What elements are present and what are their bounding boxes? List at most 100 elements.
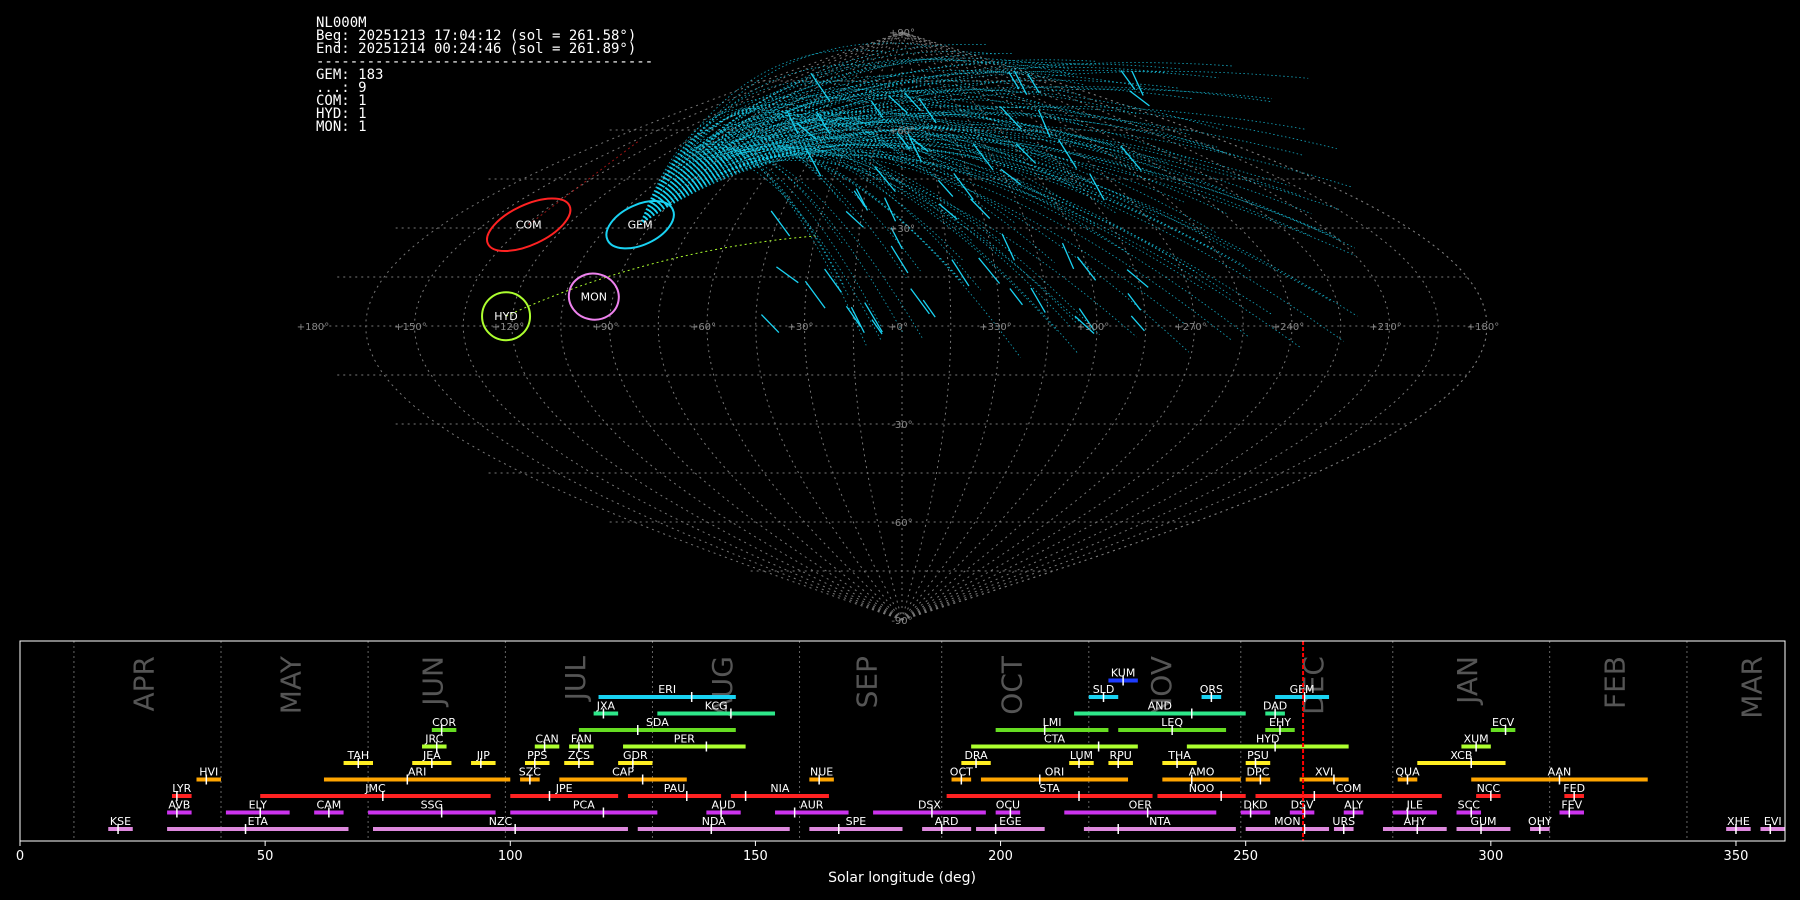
shower-label-fev: FEV [1561,799,1582,812]
shower-label-fan: FAN [571,733,592,746]
shower-label-szc: SZC [519,766,542,779]
radiant-label-com: COM [516,219,542,232]
gem-meteor-trail [639,105,1190,226]
shower-label-xhe: XHE [1727,815,1750,828]
shower-label-gdr: GDR [623,749,648,762]
x-tick-label: 200 [988,849,1013,864]
longitude-tick-label: +210° [1369,322,1401,333]
longitude-tick-label: +60° [690,322,716,333]
shower-label-ahy: AHY [1404,815,1427,828]
gem-meteor-trail [639,152,1233,341]
shower-label-ard: ARD [935,815,959,828]
month-label-jul: JUL [559,656,592,703]
gem-meteor-segment [804,280,826,309]
gem-meteor-segment [1030,287,1046,313]
gem-meteor-trail [639,143,1356,256]
gem-meteor-trail [639,151,1205,291]
month-label-feb: FEB [1598,656,1631,709]
shower-label-lyr: LYR [172,782,191,795]
sky-map: COM GEMMONHYD +180° +150° +120° +90° +60° +30°… [297,28,1499,627]
shower-label-ege: EGE [999,815,1021,828]
longitude-tick-label: +90° [592,322,618,333]
shower-label-cta: CTA [1044,733,1066,746]
gem-meteor-segment [883,197,897,222]
shower-label-eri: ERI [658,683,676,696]
shower-label-jip: JIP [476,749,490,762]
shower-label-aan: AAN [1548,766,1572,779]
shower-label-xvi: XVI [1315,766,1333,779]
shower-label-xum: XUM [1464,733,1489,746]
shower-label-mon: MON [1274,815,1300,828]
longitude-tick-label: +240° [1272,322,1304,333]
radiant-label-gem: GEM [628,219,653,232]
shower-label-nue: NUE [810,766,833,779]
longitude-tick-label: +300° [1077,322,1109,333]
shower-label-dkd: DKD [1243,799,1267,812]
gem-meteor-segment [1058,139,1078,169]
gem-meteor-trail [639,134,1340,226]
gem-meteor-segment [864,302,883,333]
shower-label-rpu: RPU [1110,749,1132,762]
shower-label-ocu: OCU [996,799,1020,812]
shower-label-ecv: ECV [1492,716,1515,729]
shower-label-spe: SPE [846,815,867,828]
shower-label-cor: COR [432,716,456,729]
shower-label-gum: GUM [1470,815,1496,828]
gem-meteor-trail [639,160,1137,338]
meteor-trails [505,42,1358,358]
shower-label-jrc: JRC [424,733,443,746]
gem-meteor-trail [639,114,971,225]
shower-label-noo: NOO [1189,782,1215,795]
shower-label-kum: KUM [1111,667,1135,680]
gem-meteor-segment [776,266,799,284]
shower-label-oer: OER [1129,799,1153,812]
shower-label-ssg: SSG [421,799,444,812]
shower-label-hvi: HVI [199,766,218,779]
gem-meteor-segment [970,198,991,219]
gem-meteor-segment [890,245,909,274]
month-label-jan: JAN [1451,656,1484,706]
shower-label-dpc: DPC [1247,766,1270,779]
longitude-tick-label: +30° [787,322,813,333]
shower-label-psu: PSU [1247,749,1269,762]
latitude-tick-label: -30° [891,420,912,431]
gem-meteor-trail [639,144,963,261]
shower-label-oct: OCT [950,766,973,779]
longitude-tick-label: +180° [297,322,329,333]
sky-tick-labels: +180° +150° +120° +90° +60° +30° +0° +330° +300°… [297,28,1499,627]
month-label-may: MAY [275,655,308,714]
longitude-tick-label: +120° [492,322,524,333]
shower-label-qua: QUA [1395,766,1420,779]
longitude-tick-label: +270° [1174,322,1206,333]
shower-label-pca: PCA [573,799,595,812]
shower-label-per: PER [674,733,696,746]
shower-label-aur: AUR [800,799,824,812]
x-tick-label: 50 [257,849,274,864]
shower-label-cap: CAP [612,766,634,779]
shower-label-kcg: KCG [705,700,728,713]
month-label-apr: APR [127,656,160,712]
shower-label-jle: JLE [1406,799,1423,812]
shower-label-and: AND [1148,700,1172,713]
shower-label-ohy: OHY [1528,815,1552,828]
month-label-mar: MAR [1736,656,1769,719]
gem-meteor-trail [639,156,1080,323]
gem-meteor-segment [850,306,865,334]
gem-meteor-segment [760,314,780,334]
gem-meteor-trail [639,147,1078,325]
shower-label-pau: PAU [664,782,686,795]
gem-meteor-trail [639,128,1356,249]
latitude-tick-label: +90° [889,28,915,39]
latitude-tick-label: -60° [891,518,912,529]
shower-label-xcb: XCB [1450,749,1472,762]
x-tick-label: 350 [1724,849,1749,864]
shower-label-ori: ORI [1045,766,1065,779]
gem-meteor-segment [953,173,974,200]
shower-label-lmi: LMI [1043,716,1062,729]
shower-label-scc: SCC [1458,799,1481,812]
gem-meteor-segment [1001,233,1015,261]
gem-meteor-segment [1129,90,1150,107]
gem-meteor-trail [639,148,1058,332]
shower-label-sld: SLD [1093,683,1115,696]
shower-label-evi: EVI [1764,815,1782,828]
